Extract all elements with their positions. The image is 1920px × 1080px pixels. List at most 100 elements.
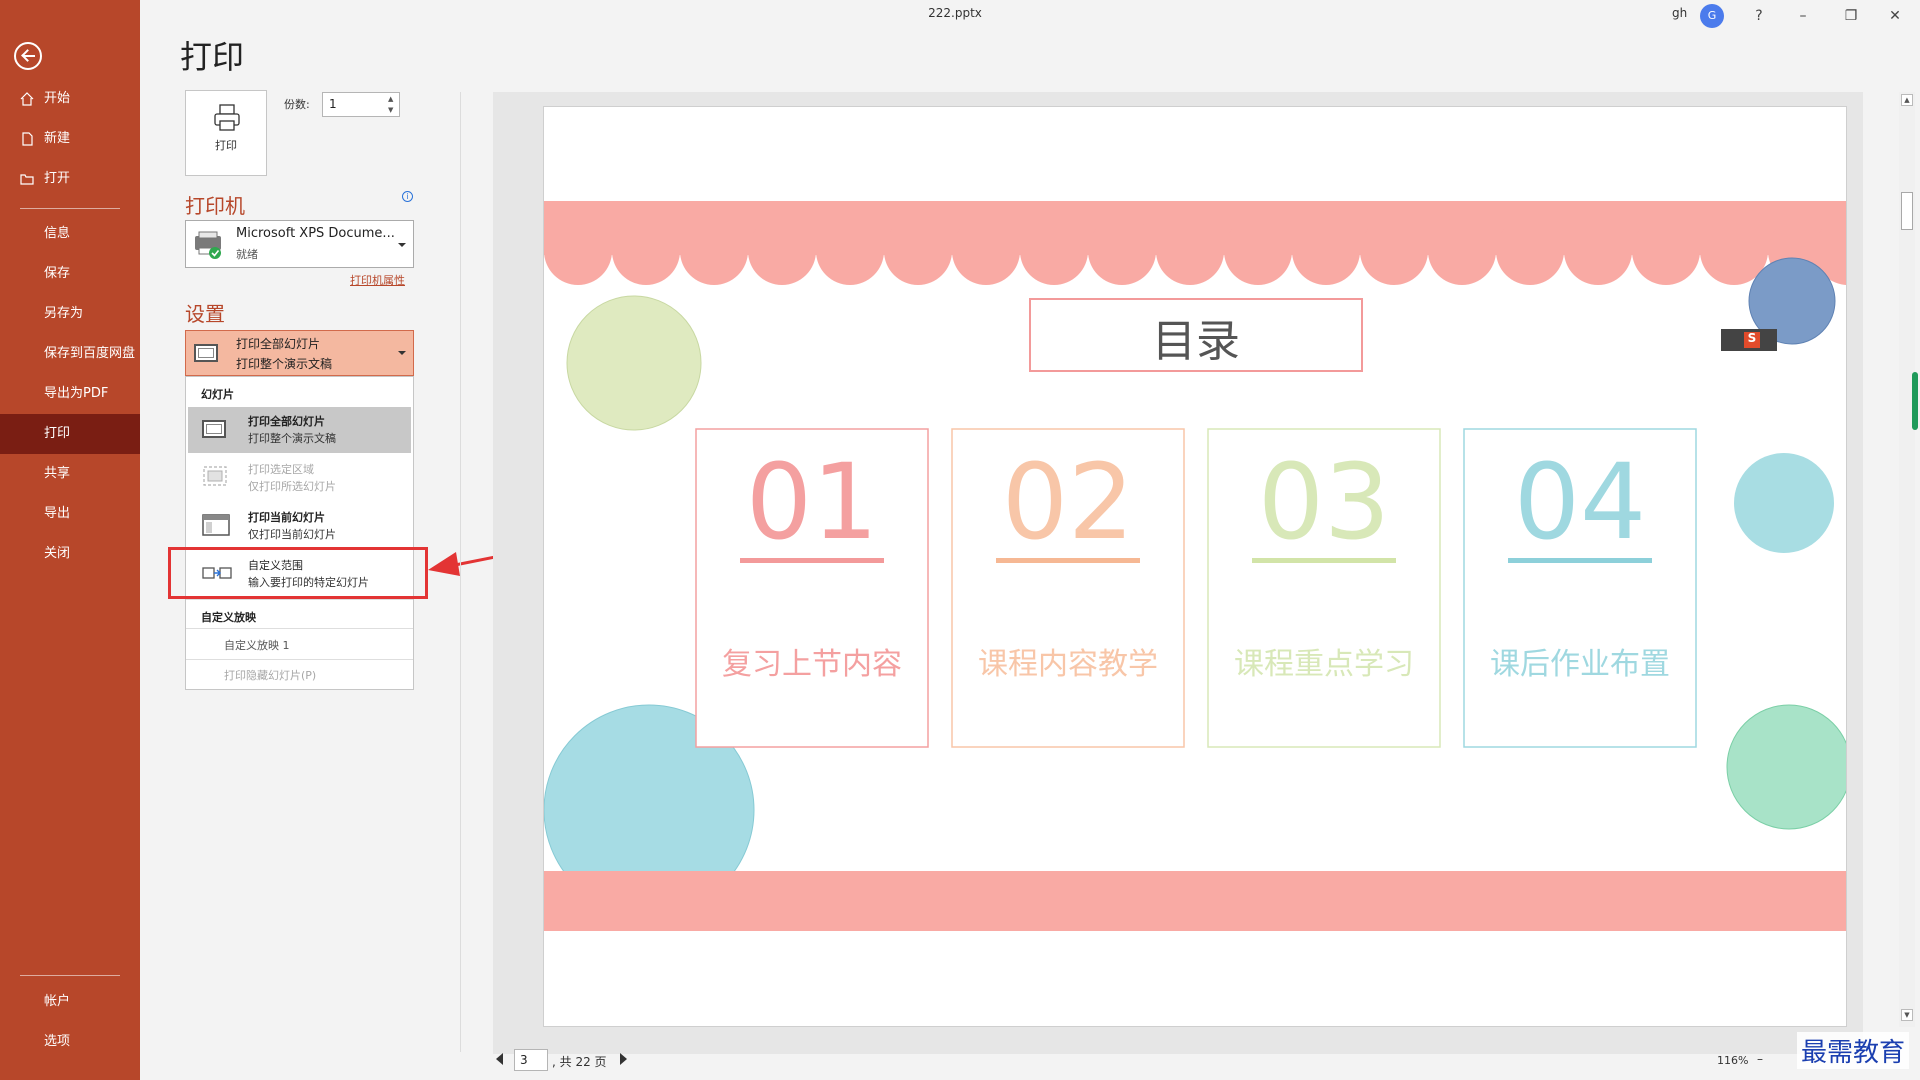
nav-label: 开始 bbox=[44, 91, 71, 106]
slides-range-dropdown[interactable]: 打印全部幻灯片 打印整个演示文稿 bbox=[185, 330, 414, 376]
zoom-level[interactable]: 116% bbox=[1717, 1054, 1748, 1067]
watermark-logo: 最需教育 bbox=[1797, 1032, 1910, 1069]
printer-select[interactable]: Microsoft XPS Docume... 就绪 bbox=[185, 220, 414, 268]
info-icon[interactable]: i bbox=[402, 191, 413, 202]
help-button[interactable]: ? bbox=[1744, 4, 1774, 28]
nav-item-share[interactable]: 共享 bbox=[0, 454, 140, 494]
settings-heading: 设置 bbox=[185, 302, 225, 326]
back-arrow-icon[interactable] bbox=[14, 42, 42, 70]
printer-icon bbox=[214, 104, 240, 131]
toolbar-badge: S bbox=[1747, 331, 1757, 345]
scroll-up-icon[interactable]: ▲ bbox=[1901, 94, 1913, 106]
printer-properties-link[interactable]: 打印机属性 bbox=[350, 272, 405, 288]
page-title: 打印 bbox=[180, 38, 245, 76]
nav-item-print[interactable]: 打印 bbox=[0, 414, 140, 454]
nav-item-save-as[interactable]: 另存为 bbox=[0, 294, 140, 334]
nav-item-account[interactable]: 帐户 bbox=[0, 982, 140, 1022]
backstage-nav: 开始 新建 打开 信息 保存 另存为 保存到百度网盘 导出为PDF 打印 共享 … bbox=[0, 0, 140, 1080]
chevron-down-icon bbox=[398, 351, 406, 355]
print-button-label: 打印 bbox=[215, 139, 237, 152]
menu-item-print-hidden: 打印隐藏幻灯片(P) bbox=[224, 669, 317, 682]
preview-scrollbar[interactable]: ▲ ▼ bbox=[1899, 92, 1915, 1027]
card-text: 课程内容教学 bbox=[978, 647, 1158, 682]
slides-range-menu: 幻灯片 打印全部幻灯片 打印整个演示文稿 打印选定区域 仅打印所选幻灯片 打印当… bbox=[185, 376, 414, 690]
menu-divider bbox=[186, 659, 413, 660]
spin-up-icon[interactable]: ▲ bbox=[388, 95, 396, 103]
nav-item-options[interactable]: 选项 bbox=[0, 1022, 140, 1062]
nav-item-close[interactable]: 关闭 bbox=[0, 534, 140, 574]
close-button[interactable]: ✕ bbox=[1880, 4, 1910, 28]
menu-divider bbox=[186, 599, 413, 600]
printer-name: Microsoft XPS Docume... bbox=[236, 226, 395, 241]
slide-decoration bbox=[544, 201, 1846, 931]
card-text: 复习上节内容 bbox=[722, 647, 902, 682]
slide-title: 目录 bbox=[1152, 316, 1240, 367]
user-name[interactable]: gh bbox=[1672, 6, 1687, 20]
menu-item-subtitle: 仅打印当前幻灯片 bbox=[248, 528, 336, 541]
menu-item-print-all[interactable]: 打印全部幻灯片 打印整个演示文稿 bbox=[188, 407, 411, 453]
scroll-down-icon[interactable]: ▼ bbox=[1901, 1009, 1913, 1021]
spin-down-icon[interactable]: ▼ bbox=[388, 106, 396, 114]
nav-item-open[interactable]: 打开 bbox=[0, 159, 140, 199]
printer-status: 就绪 bbox=[236, 248, 258, 261]
restore-button[interactable]: ❐ bbox=[1836, 4, 1866, 28]
panel-divider bbox=[460, 92, 461, 1052]
card-number: 01 bbox=[745, 441, 879, 563]
menu-item-print-current[interactable]: 打印当前幻灯片 仅打印当前幻灯片 bbox=[188, 503, 411, 549]
nav-item-new[interactable]: 新建 bbox=[0, 119, 140, 159]
nav-divider bbox=[20, 208, 120, 209]
copies-label: 份数: bbox=[284, 98, 310, 111]
prev-page-icon[interactable] bbox=[496, 1053, 503, 1065]
card-number: 02 bbox=[1001, 441, 1135, 563]
menu-item-title: 打印选定区域 bbox=[248, 463, 314, 476]
avatar[interactable]: G bbox=[1700, 4, 1724, 28]
selection-icon bbox=[203, 466, 227, 486]
dropdown-title: 打印全部幻灯片 bbox=[236, 337, 321, 351]
card-number: 04 bbox=[1513, 441, 1647, 563]
menu-section-slides: 幻灯片 bbox=[201, 388, 234, 401]
menu-item-custom-show[interactable]: 自定义放映 1 bbox=[224, 637, 290, 653]
printer-heading: 打印机 bbox=[185, 194, 245, 218]
menu-item-subtitle: 打印整个演示文稿 bbox=[248, 432, 336, 445]
page-number-input[interactable]: 3 bbox=[514, 1049, 548, 1071]
zoom-out-button[interactable]: – bbox=[1757, 1052, 1763, 1066]
nav-label: 打开 bbox=[44, 171, 71, 186]
printer-device-icon bbox=[195, 231, 221, 259]
menu-item-title: 打印当前幻灯片 bbox=[248, 511, 325, 524]
card-number: 03 bbox=[1257, 441, 1391, 563]
new-file-icon bbox=[22, 132, 33, 146]
menu-section-custom-show: 自定义放映 bbox=[201, 611, 256, 624]
next-page-icon[interactable] bbox=[620, 1053, 627, 1065]
card-text: 课程重点学习 bbox=[1234, 647, 1414, 682]
nav-item-home[interactable]: 开始 bbox=[0, 79, 140, 119]
side-handle[interactable] bbox=[1912, 372, 1918, 430]
annotation-highlight-box bbox=[168, 547, 428, 599]
home-icon bbox=[20, 92, 34, 106]
card-text: 课后作业布置 bbox=[1490, 647, 1670, 682]
window-title: 222.pptx bbox=[928, 6, 982, 20]
copies-input[interactable]: 1 ▲ ▼ bbox=[322, 92, 400, 117]
menu-item-subtitle: 仅打印所选幻灯片 bbox=[248, 480, 336, 493]
menu-item-print-selection: 打印选定区域 仅打印所选幻灯片 bbox=[188, 455, 411, 501]
minimize-button[interactable]: – bbox=[1788, 4, 1818, 28]
nav-divider bbox=[20, 975, 120, 976]
folder-open-icon bbox=[20, 174, 34, 185]
nav-item-info[interactable]: 信息 bbox=[0, 214, 140, 254]
copies-value: 1 bbox=[329, 97, 337, 111]
nav-label: 新建 bbox=[44, 131, 71, 146]
slides-all-icon bbox=[194, 344, 218, 362]
nav-item-export[interactable]: 导出 bbox=[0, 494, 140, 534]
menu-divider bbox=[186, 628, 413, 629]
menu-item-title: 打印全部幻灯片 bbox=[248, 415, 325, 428]
current-slide-icon bbox=[202, 514, 230, 536]
scrollbar-thumb[interactable] bbox=[1901, 192, 1913, 230]
dropdown-subtitle: 打印整个演示文稿 bbox=[236, 357, 333, 371]
nav-item-save[interactable]: 保存 bbox=[0, 254, 140, 294]
slide-preview: 目录 S 01 02 03 04 复习上节内容 课程内容教学 课程重点学习 课后… bbox=[543, 106, 1847, 1027]
nav-item-export-pdf[interactable]: 导出为PDF bbox=[0, 374, 140, 414]
nav-item-save-to-baidu[interactable]: 保存到百度网盘 bbox=[0, 334, 140, 374]
chevron-down-icon bbox=[398, 243, 406, 247]
slides-all-icon bbox=[202, 420, 226, 438]
page-count: , 共 22 页 bbox=[552, 1055, 607, 1069]
print-button[interactable]: 打印 bbox=[185, 90, 267, 176]
